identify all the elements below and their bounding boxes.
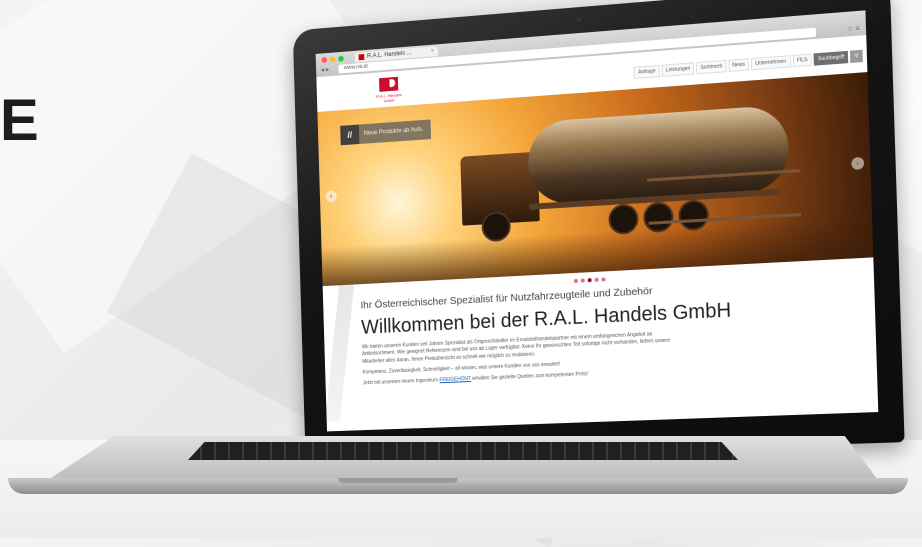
slash-icon: //	[340, 124, 360, 146]
tab-close-icon[interactable]: ×	[431, 48, 435, 54]
slider-next-button[interactable]: ›	[851, 156, 865, 170]
inline-link[interactable]: FREIGEHÖNT	[439, 376, 470, 383]
keyboard	[188, 442, 738, 460]
menu-item-leistungen[interactable]: Leistungen	[661, 62, 695, 77]
background-side-letter: E	[0, 88, 39, 153]
slider-dot[interactable]	[587, 278, 592, 283]
menu-item-anfrage[interactable]: Anfrage	[634, 64, 660, 79]
tab-title: R.A.L. Handels ...	[366, 50, 412, 60]
back-button[interactable]: ◂	[321, 67, 324, 74]
hero-badge[interactable]: // Neue Produkte ab Aufs.	[340, 119, 432, 146]
slider-dot[interactable]	[594, 277, 599, 282]
camera-icon	[576, 16, 582, 23]
search-input[interactable]: Suchbegriff	[813, 50, 849, 66]
trackpad-notch	[338, 478, 458, 483]
slider-dot[interactable]	[580, 278, 585, 283]
laptop-base	[8, 436, 908, 494]
menu-item-fils[interactable]: FILS	[792, 53, 812, 68]
laptop-screen: R.A.L. Handels ... × ◂ ▸ www.ral.at ☆ ≡ …	[315, 10, 879, 432]
menu-item-news[interactable]: News	[728, 58, 750, 72]
menu-item-sortiment[interactable]: Sortiment	[696, 59, 727, 75]
hero-badge-label: Neue Produkte ab Aufs.	[363, 126, 424, 137]
favicon-icon	[358, 54, 365, 61]
menu-item-unternehmen[interactable]: Unternehmen	[750, 55, 791, 71]
slider-dot[interactable]	[601, 277, 606, 282]
forward-button[interactable]: ▸	[326, 66, 329, 73]
close-window-button[interactable]	[321, 56, 328, 64]
laptop-lid: R.A.L. Handels ... × ◂ ▸ www.ral.at ☆ ≡ …	[292, 0, 905, 462]
slider-dot[interactable]	[573, 278, 578, 283]
logo-mark-icon	[379, 76, 399, 92]
window-controls	[321, 55, 344, 64]
nav-buttons: ◂ ▸	[321, 66, 330, 74]
maximize-window-button[interactable]	[338, 55, 344, 62]
minimize-window-button[interactable]	[329, 56, 336, 63]
site-logo[interactable]: R.A.L. Handels GmbH	[372, 76, 405, 103]
logo-name: R.A.L. Handels GmbH	[376, 92, 402, 104]
trailer-frame-image	[647, 169, 802, 225]
slider-prev-button[interactable]: ‹	[325, 190, 337, 203]
search-button[interactable]: ⚲	[850, 49, 863, 63]
browser-menu-button[interactable]: ☆ ≡	[847, 24, 860, 33]
intro-text: Wir bieten unseren Kunden seit Jahren Sp…	[362, 330, 684, 388]
